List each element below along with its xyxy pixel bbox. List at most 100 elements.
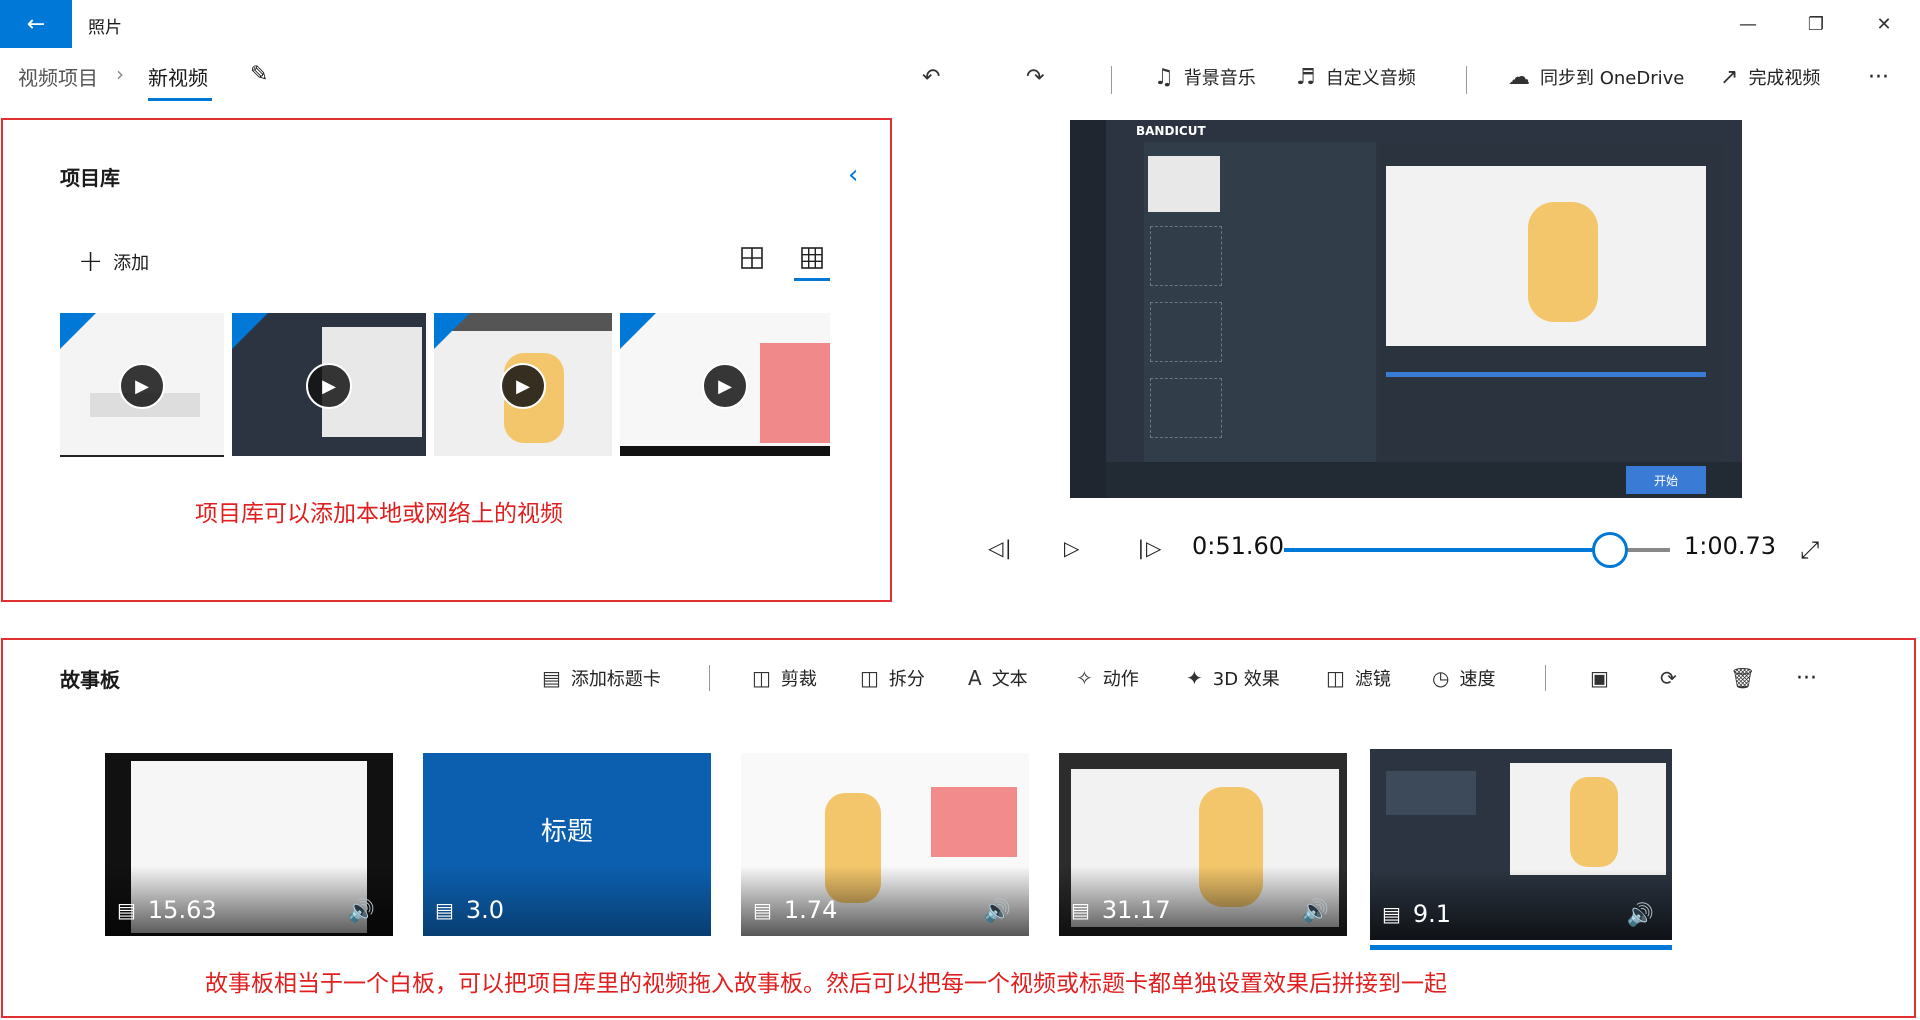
breadcrumb-current: 新视频 xyxy=(148,66,208,90)
volume-icon[interactable]: 🔊 xyxy=(348,899,375,924)
library-video-thumbnail[interactable]: ▶ xyxy=(232,313,426,456)
trim-button[interactable]: ◫ 剪裁 xyxy=(752,664,817,692)
close-icon: ✕ xyxy=(1876,13,1892,35)
breadcrumb-underline xyxy=(148,98,212,101)
preview-left-panel xyxy=(1144,142,1376,472)
speed-label: 速度 xyxy=(1459,669,1496,690)
clip-duration: 1.74 xyxy=(783,896,838,924)
grid-small-view-icon[interactable] xyxy=(798,244,826,272)
library-video-thumbnail[interactable]: ▶ xyxy=(60,313,224,456)
storyboard-title-card[interactable]: 标题 ▤ 3.0 xyxy=(423,753,711,936)
preview-sidebar xyxy=(1070,120,1106,498)
add-media-button[interactable]: + 添加 xyxy=(78,244,149,279)
background-music-button[interactable]: ♫ 背景音乐 xyxy=(1154,60,1256,94)
motion-button[interactable]: ✧ 动作 xyxy=(1076,664,1139,692)
undo-button[interactable]: ↶ xyxy=(922,60,950,94)
seek-bar-progress xyxy=(1284,548,1611,552)
filters-icon: ◫ xyxy=(1326,666,1345,690)
text-button[interactable]: A 文本 xyxy=(968,664,1028,692)
rotate-button[interactable]: ⟳ xyxy=(1660,664,1687,692)
selected-clip-indicator xyxy=(1370,945,1672,950)
library-video-thumbnail[interactable]: ▶ xyxy=(620,313,830,456)
minimize-icon: — xyxy=(1739,13,1757,35)
divider xyxy=(1545,665,1546,691)
seek-bar-thumb[interactable] xyxy=(1592,532,1629,568)
total-time: 1:00.73 xyxy=(1684,532,1777,560)
grid-large-view-icon[interactable] xyxy=(738,244,766,272)
arrow-left-icon: ← xyxy=(26,11,46,37)
film-icon: ▤ xyxy=(1071,898,1090,922)
current-time: 0:51.60 xyxy=(1192,532,1285,560)
redo-button[interactable]: ↷ xyxy=(1026,60,1054,94)
divider xyxy=(1466,66,1467,94)
trim-label: 剪裁 xyxy=(780,669,817,690)
storyboard-more-button[interactable]: ··· xyxy=(1796,664,1817,692)
close-button[interactable]: ✕ xyxy=(1850,0,1918,48)
breadcrumb-parent[interactable]: 视频项目 xyxy=(18,62,98,91)
volume-icon[interactable]: 🔊 xyxy=(1302,899,1329,924)
maximize-button[interactable]: ❐ xyxy=(1782,0,1850,48)
collapse-library-button[interactable]: ‹ xyxy=(848,160,858,190)
minimize-button[interactable]: — xyxy=(1714,0,1782,48)
3d-effects-button[interactable]: ✦ 3D 效果 xyxy=(1186,664,1280,692)
header-bar: 视频项目 › 新视频 ✎ ↶ ↷ ♫ 背景音乐 ♬ 自定义音频 ☁ 同步到 OneDr… xyxy=(0,48,1920,106)
video-corner-marker xyxy=(434,313,470,349)
film-icon: ▤ xyxy=(1382,902,1401,926)
play-button[interactable]: ▷ xyxy=(1064,536,1079,560)
video-preview[interactable]: BANDICUT 开始 xyxy=(1070,120,1742,498)
title-card-icon: ▤ xyxy=(435,898,454,922)
finish-video-label: 完成视频 xyxy=(1748,68,1821,89)
sync-onedrive-button[interactable]: ☁ 同步到 OneDrive xyxy=(1508,60,1684,94)
storyboard-clip[interactable]: ▤ 1.74 🔊 xyxy=(741,753,1029,936)
film-icon: ▤ xyxy=(117,898,136,922)
clip-duration: 15.63 xyxy=(147,896,217,924)
custom-audio-label: 自定义音频 xyxy=(1325,68,1416,89)
step-forward-icon: ∣▷ xyxy=(1136,536,1162,560)
delete-button[interactable]: 🗑 xyxy=(1730,664,1765,692)
more-options-button[interactable]: ··· xyxy=(1868,60,1889,94)
3d-effects-label: 3D 效果 xyxy=(1212,669,1280,690)
redo-icon: ↷ xyxy=(1026,64,1045,90)
library-video-thumbnail[interactable]: ▶ xyxy=(434,313,612,456)
next-frame-button[interactable]: ∣▷ xyxy=(1136,536,1161,560)
title-card-icon: ▤ xyxy=(542,666,561,690)
expand-icon: ⤢ xyxy=(1800,536,1820,564)
storyboard-clip-selected[interactable]: ▤ 9.1 🔊 xyxy=(1370,749,1672,940)
add-title-card-label: 添加标题卡 xyxy=(570,669,661,690)
volume-icon[interactable]: 🔊 xyxy=(1627,903,1654,928)
storyboard-clip[interactable]: ▤ 15.63 🔊 xyxy=(105,753,393,936)
speed-icon: ◷ xyxy=(1432,666,1450,690)
storyboard-annotation: 故事板相当于一个白板，可以把项目库里的视频拖入故事板。然后可以把每一个视频或标题… xyxy=(205,971,1447,997)
volume-icon[interactable]: 🔊 xyxy=(984,899,1011,924)
divider xyxy=(709,665,710,691)
back-button[interactable]: ← xyxy=(0,0,72,48)
play-icon: ▶ xyxy=(119,363,165,409)
play-icon: ▷ xyxy=(1064,536,1080,560)
fullscreen-button[interactable]: ⤢ xyxy=(1800,536,1819,564)
resize-icon: ▣ xyxy=(1590,666,1609,690)
clip-duration: 31.17 xyxy=(1101,896,1171,924)
previous-frame-button[interactable]: ◁∣ xyxy=(988,536,1013,560)
preview-right-panel xyxy=(1378,142,1722,472)
add-title-card-button[interactable]: ▤ 添加标题卡 xyxy=(542,664,661,692)
custom-audio-button[interactable]: ♬ 自定义音频 xyxy=(1296,60,1416,94)
text-icon: A xyxy=(968,666,982,690)
filters-button[interactable]: ◫ 滤镜 xyxy=(1326,664,1391,692)
storyboard-title: 故事板 xyxy=(60,668,120,692)
finish-video-button[interactable]: ↗ 完成视频 xyxy=(1720,60,1820,94)
resize-button[interactable]: ▣ xyxy=(1590,664,1619,692)
split-button[interactable]: ◫ 拆分 xyxy=(860,664,925,692)
speed-button[interactable]: ◷ 速度 xyxy=(1432,664,1495,692)
preview-start-button: 开始 xyxy=(1626,466,1706,494)
clip-duration: 3.0 xyxy=(465,896,505,924)
trash-icon: 🗑 xyxy=(1730,666,1756,690)
undo-icon: ↶ xyxy=(922,64,941,90)
storyboard-clip[interactable]: ▤ 31.17 🔊 xyxy=(1059,753,1347,936)
rename-button[interactable]: ✎ xyxy=(250,62,268,87)
sync-onedrive-label: 同步到 OneDrive xyxy=(1540,68,1685,89)
pencil-icon: ✎ xyxy=(250,62,269,87)
step-back-icon: ◁∣ xyxy=(988,536,1014,560)
play-icon: ▶ xyxy=(702,363,748,409)
music-note-icon: ♫ xyxy=(1154,64,1174,90)
maximize-icon: ❐ xyxy=(1807,13,1825,35)
